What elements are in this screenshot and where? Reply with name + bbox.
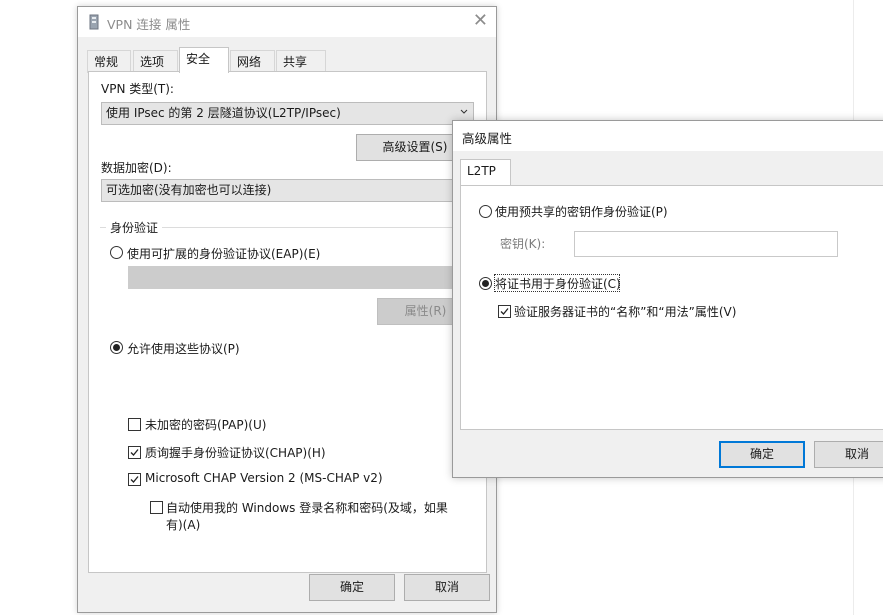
- chap-checkbox[interactable]: [128, 446, 141, 459]
- auto-windows-logon-label-line1: 自动使用我的 Windows 登录名称和密码(及域，如果: [166, 501, 448, 515]
- checkmark-icon: [500, 308, 509, 315]
- checkmark-icon: [130, 449, 139, 456]
- certificate-radio[interactable]: [479, 277, 492, 290]
- vpn-connection-icon: [89, 14, 99, 30]
- pap-label: 未加密的密码(PAP)(U): [145, 418, 267, 432]
- advanced-properties-dialog: 高级属性 L2TP 使用预共享的密钥作身份验证(P) 密钥(K): 将证书用于身…: [452, 120, 883, 478]
- encryption-value: 可选加密(没有加密也可以连接): [106, 183, 272, 197]
- chap-label: 质询握手身份验证协议(CHAP)(H): [145, 446, 326, 460]
- tab-general[interactable]: 常规: [87, 50, 131, 73]
- auth-group-border: [162, 227, 474, 228]
- verify-server-cert-label: 验证服务器证书的“名称”和“用法”属性(V): [514, 305, 737, 319]
- cancel-button[interactable]: 取消: [814, 441, 883, 468]
- tab-options[interactable]: 选项: [133, 50, 178, 73]
- checkmark-icon: [130, 476, 139, 483]
- mschap-label: Microsoft CHAP Version 2 (MS-CHAP v2): [145, 471, 383, 485]
- eap-method-select[interactable]: [128, 266, 474, 289]
- certificate-radio-label: 将证书用于身份验证(C): [495, 277, 621, 291]
- key-label: 密钥(K):: [500, 237, 546, 251]
- preshared-key-input[interactable]: [574, 231, 838, 257]
- tab-sharing[interactable]: 共享: [276, 50, 326, 73]
- encryption-label: 数据加密(D):: [101, 161, 172, 175]
- title-bar: VPN 连接 属性 ✕: [78, 7, 496, 37]
- verify-server-cert-checkbox[interactable]: [498, 305, 511, 318]
- auto-windows-logon-checkbox[interactable]: [150, 501, 163, 514]
- eap-radio-label: 使用可扩展的身份验证协议(EAP)(E): [127, 247, 321, 261]
- encryption-select[interactable]: 可选加密(没有加密也可以连接): [101, 179, 474, 202]
- tab-security[interactable]: 安全: [179, 47, 229, 73]
- window-title: VPN 连接 属性: [107, 17, 191, 32]
- vpn-type-select[interactable]: 使用 IPsec 的第 2 层隧道协议(L2TP/IPsec): [101, 102, 474, 125]
- preshared-key-radio[interactable]: [479, 205, 492, 218]
- auth-group-border: [100, 227, 106, 228]
- auto-windows-logon-label-line2: 有)(A): [166, 518, 201, 532]
- vpn-type-value: 使用 IPsec 的第 2 层隧道协议(L2TP/IPsec): [106, 106, 341, 120]
- allow-protocols-radio[interactable]: [110, 341, 123, 354]
- eap-radio[interactable]: [110, 246, 123, 259]
- vpn-properties-dialog: VPN 连接 属性 ✕ 常规 选项 安全 网络 共享 VPN 类型(T): 使用…: [77, 6, 497, 613]
- mschap-checkbox[interactable]: [128, 473, 141, 486]
- close-icon[interactable]: ✕: [473, 10, 488, 31]
- cancel-button[interactable]: 取消: [404, 574, 490, 601]
- title-bar: 高级属性: [453, 121, 883, 151]
- chevron-down-icon: [460, 109, 468, 114]
- preshared-key-radio-label: 使用预共享的密钥作身份验证(P): [495, 205, 668, 219]
- auth-group-label: 身份验证: [110, 221, 159, 235]
- window-title: 高级属性: [462, 131, 513, 146]
- pap-checkbox[interactable]: [128, 418, 141, 431]
- allow-protocols-radio-label: 允许使用这些协议(P): [127, 342, 240, 356]
- vpn-type-label: VPN 类型(T):: [101, 82, 174, 96]
- tab-l2tp[interactable]: L2TP: [460, 159, 511, 185]
- ok-button[interactable]: 确定: [719, 441, 805, 468]
- ok-button[interactable]: 确定: [309, 574, 395, 601]
- tab-network[interactable]: 网络: [230, 50, 275, 73]
